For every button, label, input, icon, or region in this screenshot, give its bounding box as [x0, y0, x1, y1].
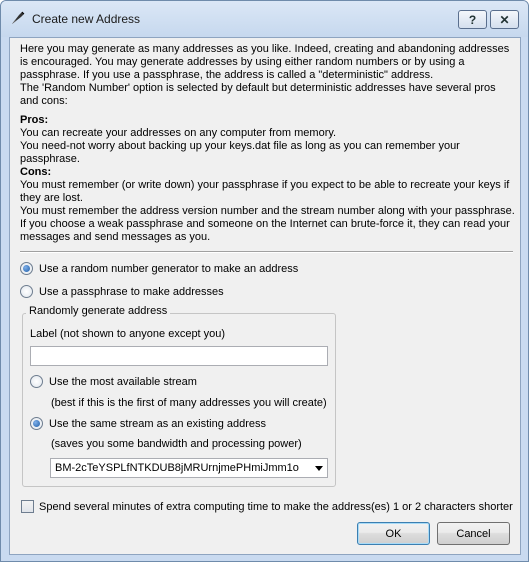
close-icon: ✕	[499, 12, 510, 27]
most-available-label: Use the most available stream	[49, 375, 197, 388]
pros-heading: Pros:	[20, 114, 49, 126]
con-item: You must remember the address version nu…	[20, 205, 515, 217]
help-icon: ?	[468, 12, 477, 27]
intro-text: Here you may generate as many addresses …	[20, 43, 515, 244]
pro-item: You can recreate your addresses on any c…	[20, 127, 337, 139]
help-button[interactable]: ?	[458, 10, 487, 29]
shorter-checkbox[interactable]	[21, 500, 34, 513]
intro-paragraph-2: The 'Random Number' option is selected b…	[20, 82, 496, 107]
dialog-body: Here you may generate as many addresses …	[9, 37, 521, 555]
intro-paragraph-1: Here you may generate as many addresses …	[20, 43, 510, 81]
app-icon	[12, 11, 25, 24]
cancel-button[interactable]: Cancel	[437, 522, 510, 545]
most-available-radio[interactable]	[30, 375, 43, 388]
shorter-label: Spend several minutes of extra computing…	[39, 500, 513, 513]
separator	[20, 251, 513, 253]
passphrase-radio[interactable]	[20, 285, 33, 298]
same-stream-label: Use the same stream as an existing addre…	[49, 417, 267, 430]
chevron-down-icon[interactable]	[311, 459, 327, 477]
pro-item: You need-not worry about backing up your…	[20, 140, 460, 165]
passphrase-radio-label: Use a passphrase to make addresses	[39, 285, 224, 298]
same-stream-radio[interactable]	[30, 417, 43, 430]
ok-button[interactable]: OK	[357, 522, 430, 545]
existing-address-value: BM-2cTeYSPLfNTKDUB8jMRUrnjmePHmiJmm1o	[55, 462, 299, 474]
window-title: Create new Address	[32, 12, 141, 26]
title-bar[interactable]: Create new Address ? ✕	[1, 1, 528, 37]
label-caption: Label (not shown to anyone except you)	[30, 328, 226, 340]
random-radio[interactable]	[20, 262, 33, 275]
cons-heading: Cons:	[20, 166, 52, 178]
most-available-option[interactable]: Use the most available stream	[30, 375, 197, 388]
same-stream-hint: (saves you some bandwidth and processing…	[51, 438, 302, 450]
close-button[interactable]: ✕	[490, 10, 519, 29]
random-number-option[interactable]: Use a random number generator to make an…	[20, 262, 298, 275]
random-radio-label: Use a random number generator to make an…	[39, 262, 299, 275]
same-stream-option[interactable]: Use the same stream as an existing addre…	[30, 417, 266, 430]
existing-address-select[interactable]: BM-2cTeYSPLfNTKDUB8jMRUrnjmePHmiJmm1o	[50, 458, 328, 478]
shorter-address-option[interactable]: Spend several minutes of extra computing…	[21, 500, 513, 513]
passphrase-option[interactable]: Use a passphrase to make addresses	[20, 285, 224, 298]
create-address-dialog: Create new Address ? ✕ Here you may gene…	[0, 0, 529, 562]
group-title: Randomly generate address	[26, 305, 171, 317]
con-item: If you choose a weak passphrase and some…	[20, 218, 510, 243]
con-item: You must remember (or write down) your p…	[20, 179, 510, 204]
label-input[interactable]	[30, 346, 328, 366]
most-available-hint: (best if this is the first of many addre…	[51, 397, 327, 409]
